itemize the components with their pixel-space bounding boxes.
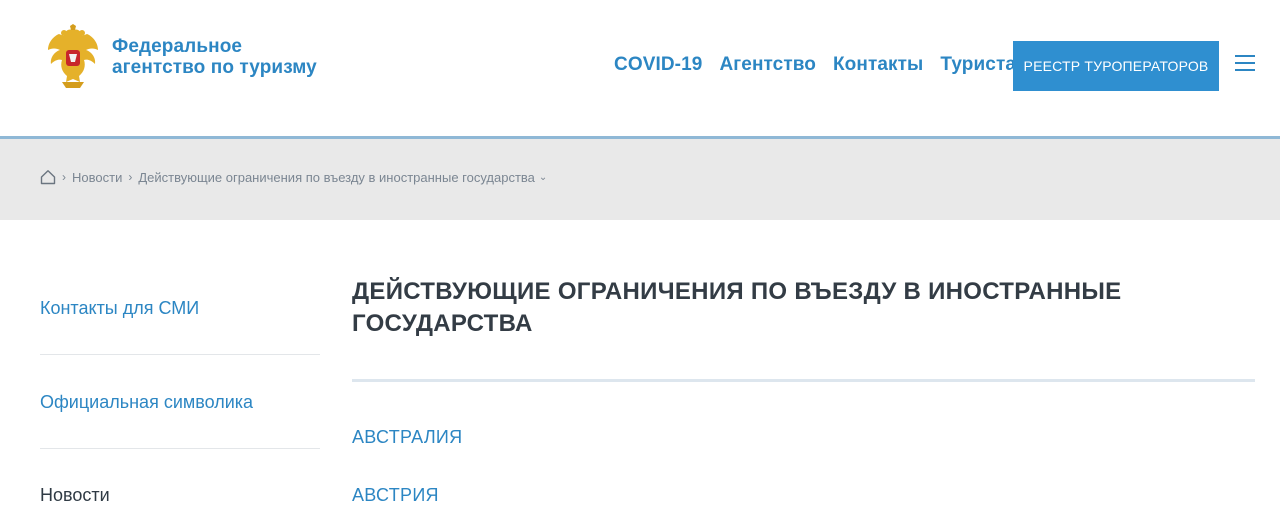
- nav-contacts[interactable]: Контакты: [833, 54, 923, 76]
- sidebar-item-news[interactable]: Новости: [40, 485, 110, 506]
- site-header: Федеральное агентство по туризму COVID-1…: [0, 0, 1280, 136]
- country-link-austria[interactable]: АВСТРИЯ: [352, 485, 439, 506]
- menu-icon[interactable]: [1235, 55, 1255, 71]
- coat-of-arms-icon: [48, 24, 98, 88]
- chevron-down-icon[interactable]: ⌄: [539, 172, 547, 183]
- breadcrumb-separator: ›: [128, 170, 133, 184]
- breadcrumb-item-news[interactable]: Новости: [72, 170, 122, 185]
- nav-covid[interactable]: COVID-19: [614, 54, 702, 76]
- tour-operators-registry-button[interactable]: РЕЕСТР ТУРОПЕРАТОРОВ: [1013, 41, 1219, 91]
- sidebar-divider: [40, 448, 320, 449]
- home-icon[interactable]: [40, 169, 56, 185]
- page-title-line-1: ДЕЙСТВУЮЩИЕ ОГРАНИЧЕНИЯ ПО ВЪЕЗДУ В ИНОС…: [352, 278, 1122, 305]
- main-nav: COVID-19 Агентство Контакты Туристам: [614, 54, 1030, 76]
- breadcrumb-separator: ›: [62, 170, 66, 184]
- breadcrumb-bar: › Новости › Действующие ограничения по в…: [0, 139, 1280, 220]
- sidebar-item-media-contacts[interactable]: Контакты для СМИ: [40, 298, 199, 319]
- breadcrumb-item-current[interactable]: Действующие ограничения по въезду в инос…: [138, 170, 535, 185]
- breadcrumb: › Новости › Действующие ограничения по в…: [40, 169, 547, 185]
- page-title-line-2: ГОСУДАРСТВА: [352, 310, 533, 337]
- title-divider: [352, 379, 1255, 382]
- brand-line-1: Федеральное: [112, 36, 243, 57]
- sidebar-item-official-symbols[interactable]: Официальная символика: [40, 392, 253, 413]
- sidebar-divider: [40, 354, 320, 355]
- brand-name: Федеральное агентство по туризму: [112, 36, 317, 78]
- brand-line-2: агентство по туризму: [112, 57, 317, 78]
- site-logo[interactable]: Федеральное агентство по туризму: [42, 24, 317, 90]
- nav-agency[interactable]: Агентство: [719, 54, 816, 76]
- country-link-australia[interactable]: АВСТРАЛИЯ: [352, 427, 462, 448]
- page-title: ДЕЙСТВУЮЩИЕ ОГРАНИЧЕНИЯ ПО ВЪЕЗДУ В ИНОС…: [352, 276, 1212, 340]
